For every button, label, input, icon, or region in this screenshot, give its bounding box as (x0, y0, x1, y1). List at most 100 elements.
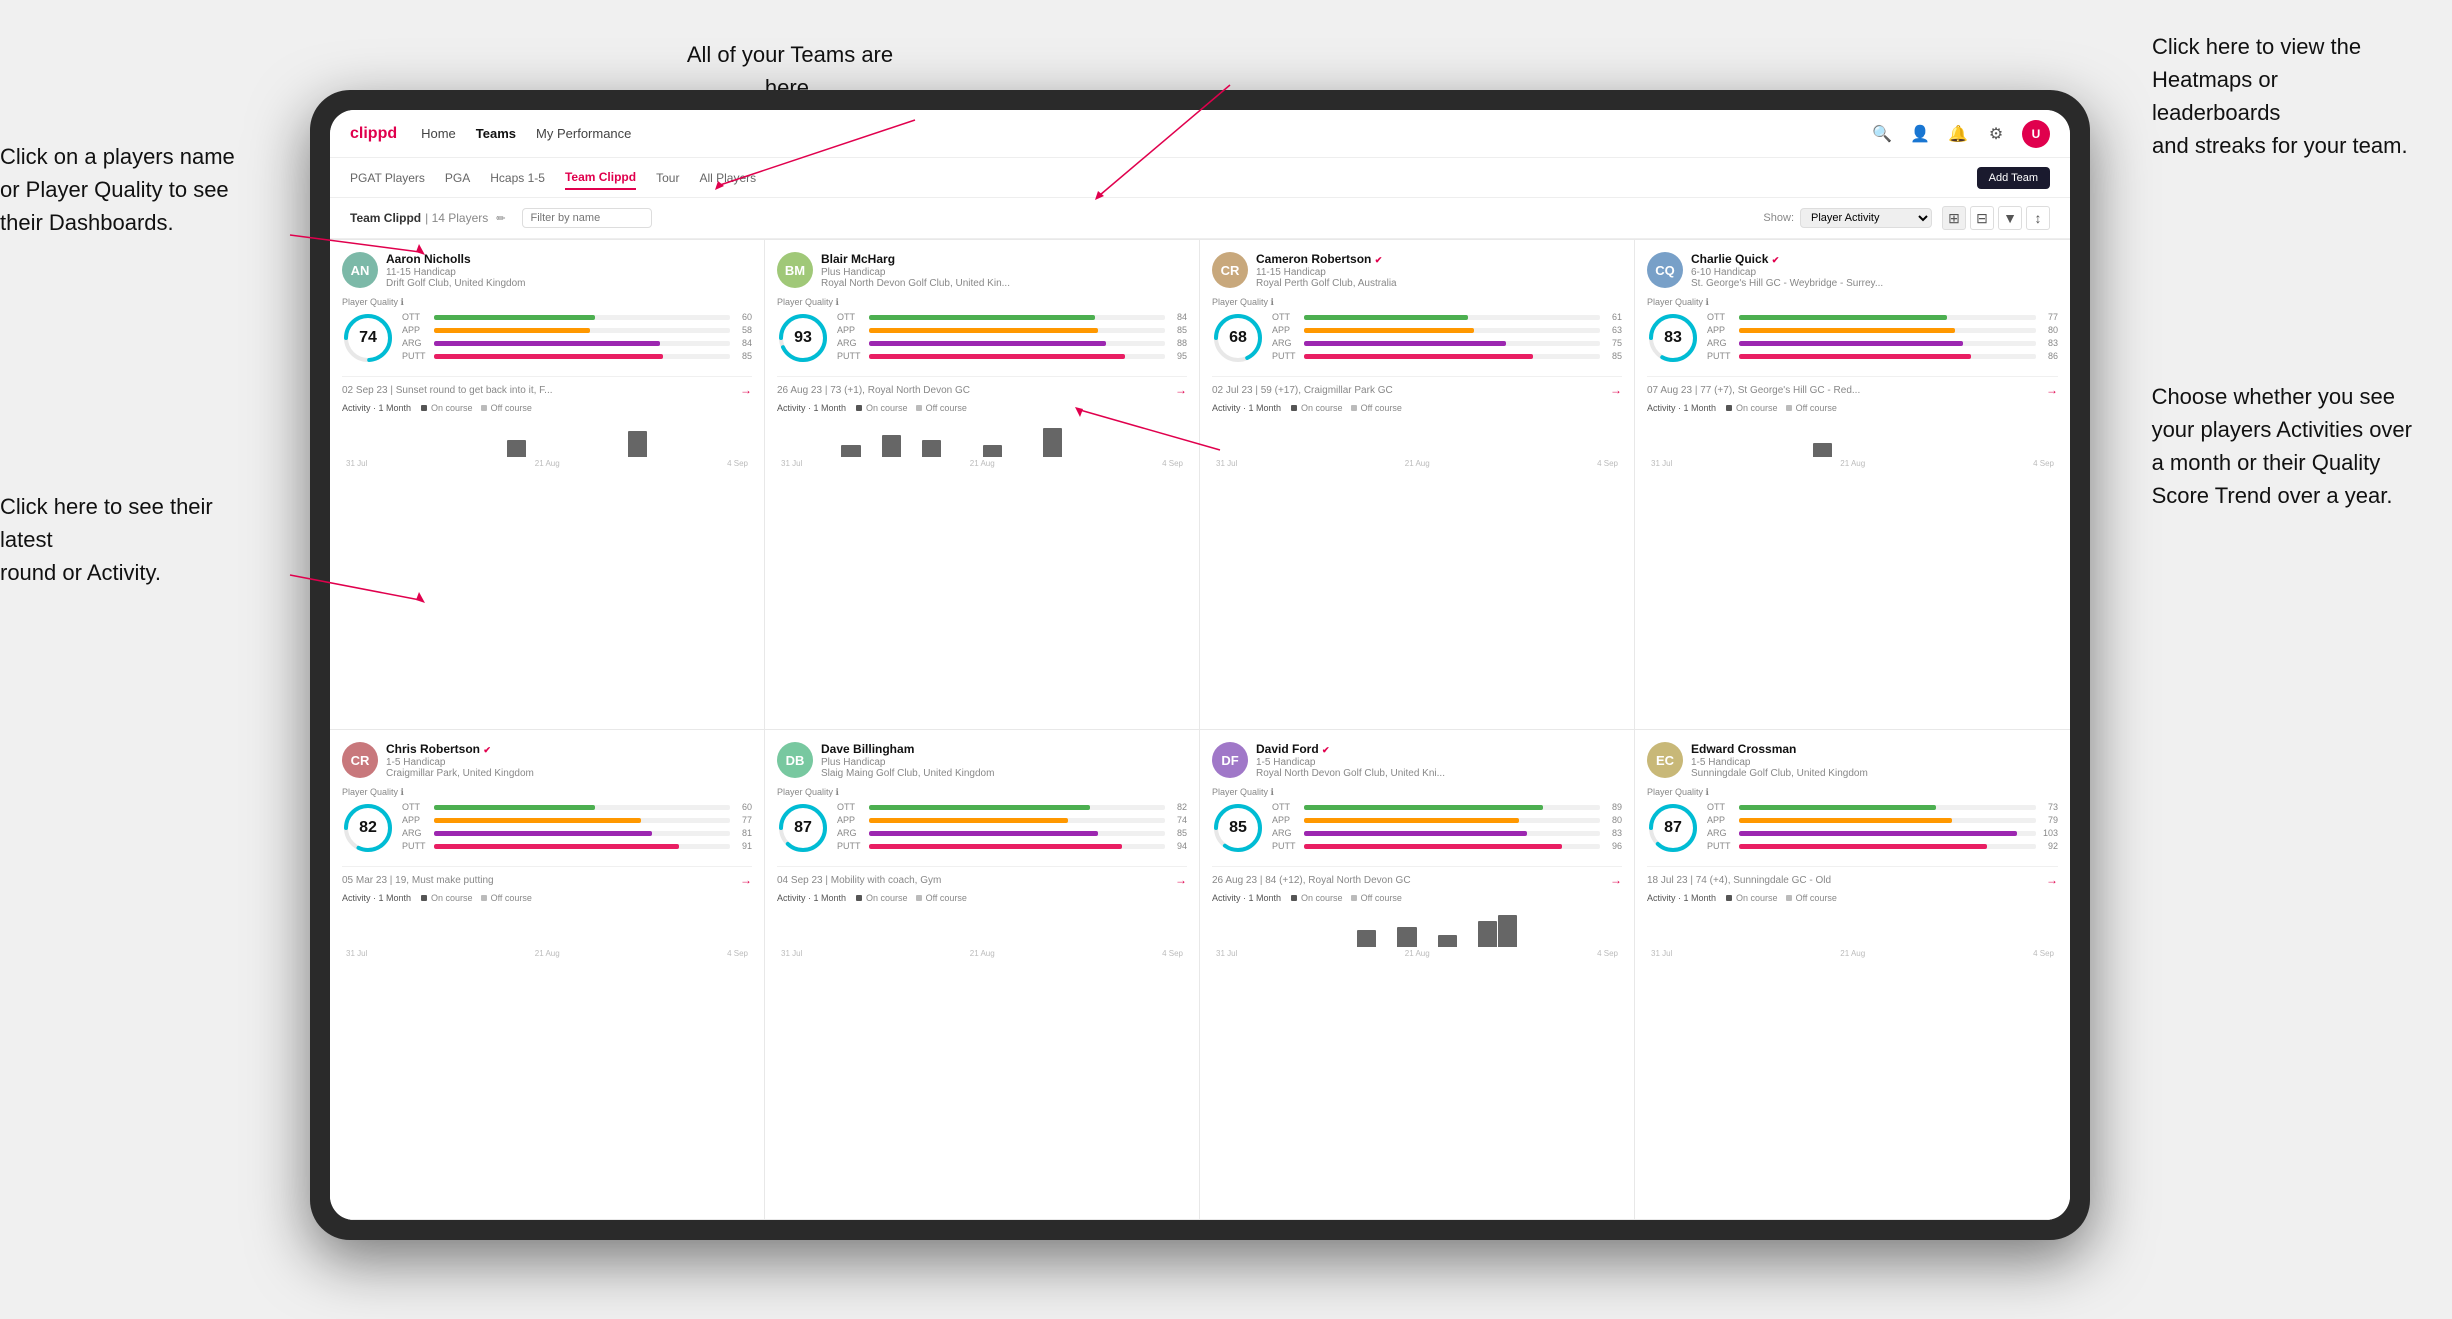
stat-row: APP 80 (1707, 325, 2058, 335)
off-course-legend: Off course (926, 893, 967, 903)
navbar: clippd Home Teams My Performance 🔍 👤 🔔 ⚙… (330, 110, 2070, 158)
latest-round[interactable]: 04 Sep 23 | Mobility with coach, Gym → (777, 866, 1187, 887)
score-circle[interactable]: 83 (1647, 312, 1699, 364)
on-course-legend: On course (1301, 403, 1343, 413)
activity-section: Activity · 1 Month On course Off course … (777, 893, 1187, 962)
activity-period-label: Activity · 1 Month (1647, 893, 1716, 903)
subtab-pgat[interactable]: PGAT Players (350, 167, 425, 189)
add-team-button[interactable]: Add Team (1977, 167, 2050, 189)
player-header: DB Dave Billingham Plus Handicap Slaig M… (777, 742, 1187, 779)
latest-round[interactable]: 02 Sep 23 | Sunset round to get back int… (342, 376, 752, 397)
subtab-pga[interactable]: PGA (445, 167, 470, 189)
round-arrow-icon: → (1610, 873, 1622, 887)
stat-row: PUTT 85 (1272, 351, 1622, 361)
latest-round[interactable]: 05 Mar 23 | 19, Must make putting → (342, 866, 752, 887)
show-select[interactable]: Player Activity Quality Score Trend (1800, 208, 1932, 228)
player-name[interactable]: Aaron Nicholls (386, 252, 752, 266)
on-course-dot (1726, 405, 1732, 411)
stat-row: APP 85 (837, 325, 1187, 335)
off-course-dot (1786, 895, 1792, 901)
activity-section: Activity · 1 Month On course Off course … (1212, 893, 1622, 962)
on-course-dot (1726, 895, 1732, 901)
off-course-legend: Off course (1361, 403, 1402, 413)
subtab-team-clippd[interactable]: Team Clippd (565, 166, 636, 190)
score-circle[interactable]: 85 (1212, 802, 1264, 854)
quality-section: 74 OTT 60 APP 58 ARG (342, 312, 752, 364)
player-name[interactable]: Chris Robertson ✔ (386, 742, 752, 756)
settings-icon[interactable]: ⚙ (1984, 122, 2008, 146)
quality-label: Player Quality ℹ (777, 297, 1187, 308)
profile-icon[interactable]: 👤 (1908, 122, 1932, 146)
off-course-legend: Off course (491, 893, 532, 903)
filter-view-icon[interactable]: ▼ (1998, 206, 2022, 230)
quality-section: 83 OTT 77 APP 80 ARG (1647, 312, 2058, 364)
player-name[interactable]: Cameron Robertson ✔ (1256, 252, 1622, 266)
player-handicap: 11-15 Handicap (1256, 267, 1622, 278)
player-grid: AN Aaron Nicholls 11-15 Handicap Drift G… (330, 239, 2070, 1220)
annotation-top-right: Click here to view theHeatmaps or leader… (2152, 30, 2412, 162)
bell-icon[interactable]: 🔔 (1946, 122, 1970, 146)
stat-row: OTT 77 (1707, 312, 2058, 322)
edit-team-icon[interactable]: ✏ (496, 212, 505, 225)
player-header: CR Cameron Robertson ✔ 11-15 Handicap Ro… (1212, 252, 1622, 289)
player-name[interactable]: Blair McHarg (821, 252, 1187, 266)
player-avatar: DF (1212, 742, 1248, 778)
nav-logo[interactable]: clippd (350, 125, 397, 143)
round-arrow-icon: → (2046, 873, 2058, 887)
round-arrow-icon: → (1610, 383, 1622, 397)
player-name[interactable]: Dave Billingham (821, 742, 1187, 756)
stat-row: ARG 85 (837, 828, 1187, 838)
player-handicap: 1-5 Handicap (1691, 757, 2058, 768)
nav-home[interactable]: Home (421, 122, 456, 145)
off-course-legend: Off course (926, 403, 967, 413)
settings-view-icon[interactable]: ↕ (2026, 206, 2050, 230)
grid-view-icon[interactable]: ⊞ (1942, 206, 1966, 230)
player-avatar: DB (777, 742, 813, 778)
player-name[interactable]: David Ford ✔ (1256, 742, 1622, 756)
search-icon[interactable]: 🔍 (1870, 122, 1894, 146)
activity-section: Activity · 1 Month On course Off course … (342, 403, 752, 472)
latest-round[interactable]: 26 Aug 23 | 73 (+1), Royal North Devon G… (777, 376, 1187, 397)
player-name[interactable]: Edward Crossman (1691, 742, 2058, 756)
score-circle[interactable]: 82 (342, 802, 394, 854)
nav-teams[interactable]: Teams (476, 122, 516, 145)
player-handicap: Plus Handicap (821, 757, 1187, 768)
on-course-dot (421, 895, 427, 901)
stat-row: ARG 75 (1272, 338, 1622, 348)
latest-round[interactable]: 26 Aug 23 | 84 (+12), Royal North Devon … (1212, 866, 1622, 887)
table-view-icon[interactable]: ⊟ (1970, 206, 1994, 230)
activity-chart: 31 Jul21 Aug4 Sep (777, 417, 1187, 472)
stat-row: APP 79 (1707, 815, 2058, 825)
activity-period-label: Activity · 1 Month (777, 893, 846, 903)
activity-section: Activity · 1 Month On course Off course … (342, 893, 752, 962)
team-count: | 14 Players (425, 211, 488, 225)
quality-section: 87 OTT 73 APP 79 ARG (1647, 802, 2058, 854)
score-circle[interactable]: 74 (342, 312, 394, 364)
nav-performance[interactable]: My Performance (536, 122, 631, 145)
ipad-frame: clippd Home Teams My Performance 🔍 👤 🔔 ⚙… (310, 90, 2090, 1240)
off-course-dot (481, 405, 487, 411)
subtabs-bar: PGAT Players PGA Hcaps 1-5 Team Clippd T… (330, 158, 2070, 198)
player-name[interactable]: Charlie Quick ✔ (1691, 252, 2058, 266)
player-club: Royal North Devon Golf Club, United Kin.… (821, 278, 1187, 289)
score-circle[interactable]: 87 (1647, 802, 1699, 854)
stat-row: PUTT 92 (1707, 841, 2058, 851)
stat-row: OTT 84 (837, 312, 1187, 322)
score-circle[interactable]: 87 (777, 802, 829, 854)
latest-round[interactable]: 02 Jul 23 | 59 (+17), Craigmillar Park G… (1212, 376, 1622, 397)
player-club: Sunningdale Golf Club, United Kingdom (1691, 768, 2058, 779)
latest-round[interactable]: 18 Jul 23 | 74 (+4), Sunningdale GC - Ol… (1647, 866, 2058, 887)
score-circle[interactable]: 93 (777, 312, 829, 364)
subtab-all-players[interactable]: All Players (699, 167, 756, 189)
stat-row: ARG 103 (1707, 828, 2058, 838)
filter-input[interactable] (522, 208, 652, 228)
stat-row: APP 74 (837, 815, 1187, 825)
subtab-hcaps[interactable]: Hcaps 1-5 (490, 167, 545, 189)
player-avatar: EC (1647, 742, 1683, 778)
subtab-tour[interactable]: Tour (656, 167, 679, 189)
avatar-icon[interactable]: U (2022, 120, 2050, 148)
score-circle[interactable]: 68 (1212, 312, 1264, 364)
latest-round[interactable]: 07 Aug 23 | 77 (+7), St George's Hill GC… (1647, 376, 2058, 397)
player-header: CQ Charlie Quick ✔ 6-10 Handicap St. Geo… (1647, 252, 2058, 289)
activity-section: Activity · 1 Month On course Off course … (1647, 403, 2058, 472)
